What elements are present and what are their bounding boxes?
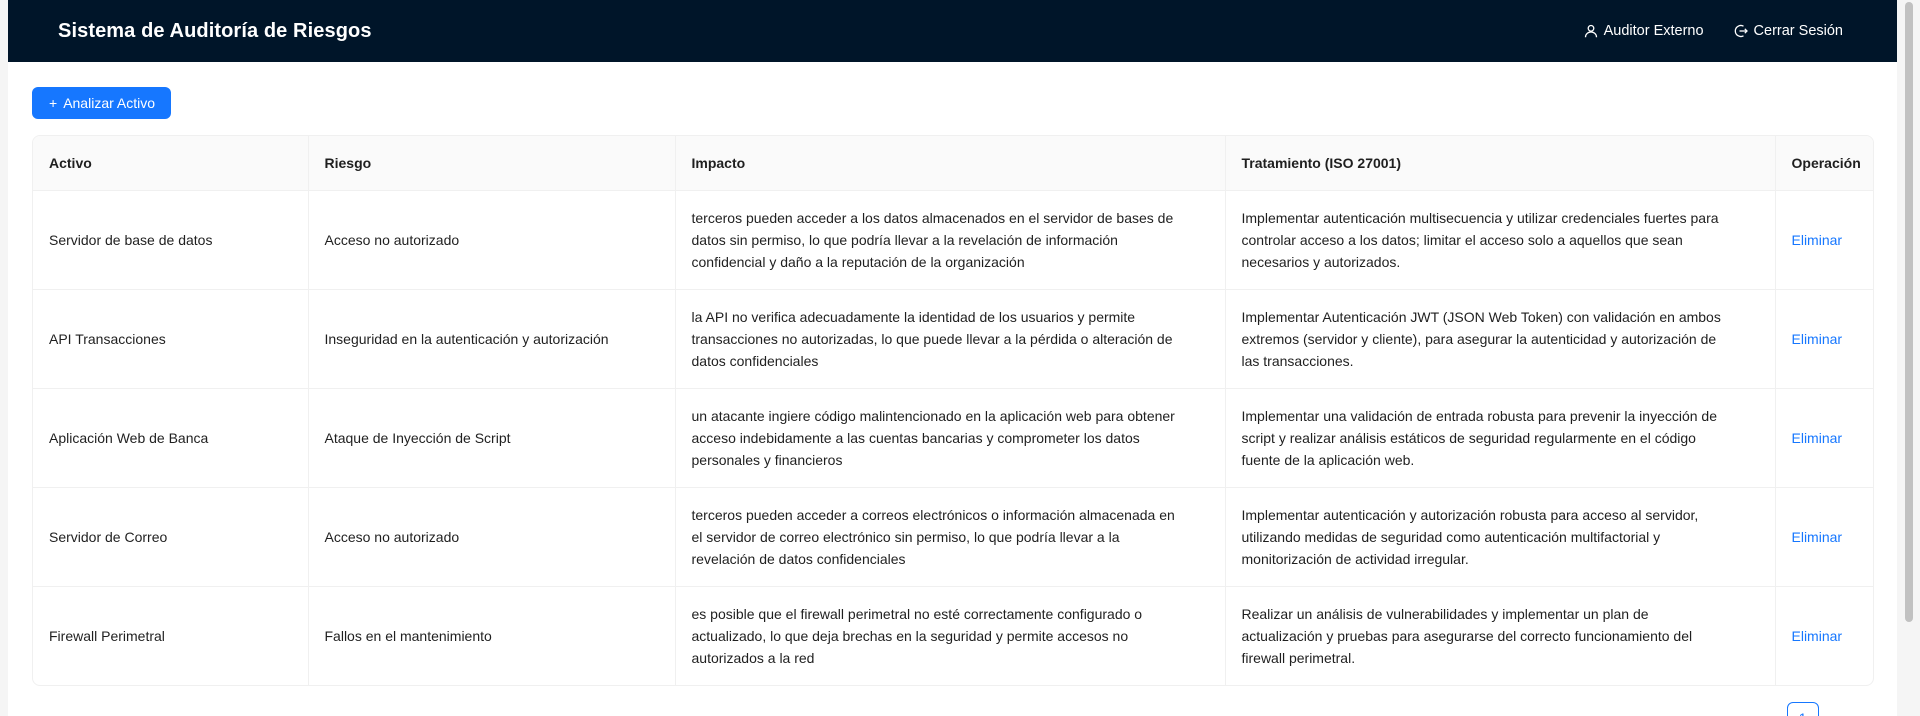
analyze-asset-button[interactable]: + Analizar Activo bbox=[32, 87, 172, 119]
app-frame: Sistema de Auditoría de Riesgos Auditor … bbox=[8, 0, 1897, 716]
cell-riesgo: Acceso no autorizado bbox=[308, 190, 676, 290]
cell-riesgo: Ataque de Inyección de Script bbox=[308, 388, 676, 488]
plus-icon: + bbox=[49, 95, 58, 111]
logout-button[interactable]: Cerrar Sesión bbox=[1734, 23, 1843, 39]
table-row: Servidor de Correo Acceso no autorizado … bbox=[33, 487, 1873, 587]
cell-tratamiento: Implementar autenticación multisecuencia… bbox=[1225, 190, 1776, 290]
table-row: Aplicación Web de Banca Ataque de Inyecc… bbox=[33, 388, 1873, 488]
impacto-text: la API no verifica adecuadamente la iden… bbox=[691, 308, 1173, 369]
cell-impacto: terceros pueden acceder a correos electr… bbox=[675, 487, 1226, 587]
analyze-asset-label: Analizar Activo bbox=[63, 95, 156, 111]
cell-tratamiento: Implementar Autenticación JWT (JSON Web … bbox=[1225, 289, 1776, 389]
delete-link[interactable]: Eliminar bbox=[1792, 430, 1843, 446]
cell-activo: Servidor de base de datos bbox=[33, 190, 309, 290]
cell-impacto: la API no verifica adecuadamente la iden… bbox=[675, 289, 1226, 389]
user-icon bbox=[1584, 24, 1598, 38]
cell-activo: API Transacciones bbox=[33, 289, 309, 389]
cell-activo: Aplicación Web de Banca bbox=[33, 388, 309, 488]
top-navbar: Sistema de Auditoría de Riesgos Auditor … bbox=[8, 0, 1897, 62]
delete-link[interactable]: Eliminar bbox=[1792, 331, 1843, 347]
delete-link[interactable]: Eliminar bbox=[1792, 628, 1843, 644]
next-page-button[interactable]: › bbox=[1833, 710, 1838, 716]
user-label: Auditor Externo bbox=[1603, 23, 1704, 39]
cell-tratamiento: Implementar una validación de entrada ro… bbox=[1225, 388, 1776, 488]
cell-impacto: terceros pueden acceder a los datos alma… bbox=[675, 190, 1226, 290]
cell-operacion: Eliminar bbox=[1775, 586, 1873, 685]
impacto-text: es posible que el firewall perimetral no… bbox=[691, 605, 1143, 666]
prev-page-button[interactable]: ‹ bbox=[1768, 710, 1773, 716]
table-row: API Transacciones Inseguridad en la aute… bbox=[33, 289, 1873, 389]
pagination: ‹ 1 › bbox=[1768, 702, 1837, 716]
cell-impacto: es posible que el firewall perimetral no… bbox=[675, 586, 1226, 685]
tratamiento-text: Realizar un análisis de vulnerabilidades… bbox=[1241, 605, 1693, 666]
top-actions: Auditor Externo Cerrar Sesión bbox=[1584, 23, 1843, 39]
app-title: Sistema de Auditoría de Riesgos bbox=[58, 19, 372, 42]
vertical-scrollbar[interactable] bbox=[1897, 0, 1920, 716]
tratamiento-text: Implementar autenticación multisecuencia… bbox=[1241, 209, 1719, 270]
cell-riesgo: Acceso no autorizado bbox=[308, 487, 676, 587]
impacto-text: un atacante ingiere código malintenciona… bbox=[691, 407, 1175, 468]
table-header-row: Activo Riesgo Impacto Tratamiento (ISO 2… bbox=[33, 136, 1873, 191]
page: Sistema de Auditoría de Riesgos Auditor … bbox=[0, 0, 1920, 716]
table-row: Servidor de base de datos Acceso no auto… bbox=[33, 190, 1873, 290]
cell-operacion: Eliminar bbox=[1775, 289, 1873, 389]
tratamiento-text: Implementar Autenticación JWT (JSON Web … bbox=[1241, 308, 1721, 369]
column-header-tratamiento: Tratamiento (ISO 27001) bbox=[1225, 136, 1776, 191]
cell-tratamiento: Realizar un análisis de vulnerabilidades… bbox=[1225, 586, 1776, 685]
cell-riesgo: Fallos en el mantenimiento bbox=[308, 586, 676, 685]
user-menu[interactable]: Auditor Externo bbox=[1584, 23, 1704, 39]
logout-label: Cerrar Sesión bbox=[1753, 23, 1843, 39]
impacto-text: terceros pueden acceder a correos electr… bbox=[691, 506, 1175, 567]
cell-tratamiento: Implementar autenticación y autorización… bbox=[1225, 487, 1776, 587]
column-header-operacion: Operación bbox=[1775, 136, 1873, 191]
logout-icon bbox=[1734, 24, 1748, 38]
cell-activo: Servidor de Correo bbox=[33, 487, 309, 587]
cell-impacto: un atacante ingiere código malintenciona… bbox=[675, 388, 1226, 488]
delete-link[interactable]: Eliminar bbox=[1792, 529, 1843, 545]
table-row: Firewall Perimetral Fallos en el manteni… bbox=[33, 586, 1873, 685]
cell-riesgo: Inseguridad en la autenticación y autori… bbox=[308, 289, 676, 389]
tratamiento-text: Implementar autenticación y autorización… bbox=[1241, 506, 1699, 567]
column-header-activo: Activo bbox=[33, 136, 309, 191]
cell-operacion: Eliminar bbox=[1775, 190, 1873, 290]
tratamiento-text: Implementar una validación de entrada ro… bbox=[1241, 407, 1718, 468]
delete-link[interactable]: Eliminar bbox=[1792, 232, 1843, 248]
column-header-impacto: Impacto bbox=[675, 136, 1226, 191]
risk-table: Activo Riesgo Impacto Tratamiento (ISO 2… bbox=[32, 135, 1874, 686]
cell-operacion: Eliminar bbox=[1775, 388, 1873, 488]
cell-operacion: Eliminar bbox=[1775, 487, 1873, 587]
column-header-riesgo: Riesgo bbox=[308, 136, 676, 191]
impacto-text: terceros pueden acceder a los datos alma… bbox=[691, 209, 1174, 270]
page-1-button[interactable]: 1 bbox=[1786, 702, 1819, 716]
scrollbar-thumb[interactable] bbox=[1905, 2, 1913, 622]
cell-activo: Firewall Perimetral bbox=[33, 586, 309, 685]
